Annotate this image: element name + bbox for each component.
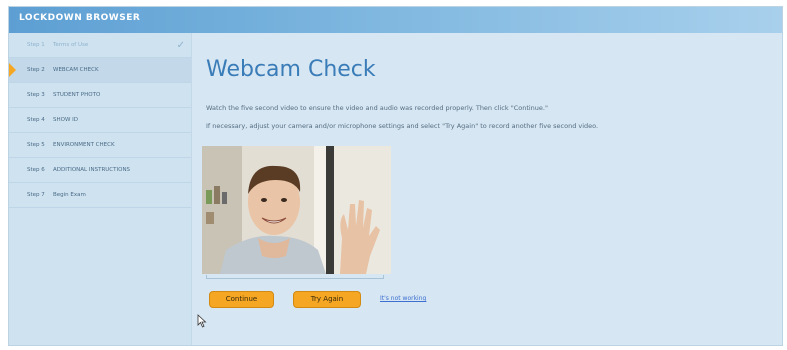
sidebar-step-7[interactable]: Step 7 Begin Exam: [9, 183, 191, 208]
step-label: SHOW ID: [53, 117, 78, 123]
step-label: ADDITIONAL INSTRUCTIONS: [53, 167, 131, 173]
try-again-button[interactable]: Try Again: [293, 291, 361, 308]
sidebar-step-2[interactable]: Step 2 WEBCAM CHECK: [9, 58, 191, 83]
webcam-video-frame: [202, 146, 391, 274]
video-progress-track: [206, 275, 384, 279]
main-panel: Webcam Check Watch the five second video…: [192, 33, 782, 345]
step-label: ENVIRONMENT CHECK: [53, 142, 115, 148]
sidebar-step-4[interactable]: Step 4 SHOW ID: [9, 108, 191, 133]
step-number: Step 5: [27, 142, 45, 148]
step-number: Step 2: [27, 67, 45, 73]
continue-button[interactable]: Continue: [209, 291, 274, 308]
step-number: Step 1: [27, 42, 45, 48]
window-title: LOCKDOWN BROWSER: [19, 13, 141, 23]
step-label: STUDENT PHOTO: [53, 92, 101, 98]
current-step-arrow-icon: [9, 63, 16, 77]
lockdown-browser-window: LOCKDOWN BROWSER Step 1 Terms of Use ✓ St…: [8, 6, 783, 346]
instruction-text-1: Watch the five second video to ensure th…: [206, 104, 548, 112]
steps-sidebar: Step 1 Terms of Use ✓ Step 2 WEBCAM CHECK …: [9, 33, 192, 345]
sidebar-step-3[interactable]: Step 3 STUDENT PHOTO: [9, 83, 191, 108]
check-icon: ✓: [176, 40, 185, 51]
step-label: Begin Exam: [53, 192, 86, 198]
webcam-video-player[interactable]: [202, 146, 391, 274]
step-number: Step 7: [27, 192, 45, 198]
step-number: Step 6: [27, 167, 45, 173]
instruction-text-2: If necessary, adjust your camera and/or …: [206, 122, 599, 130]
mouse-pointer-icon: [197, 314, 207, 328]
not-working-link[interactable]: It's not working: [380, 295, 426, 302]
sidebar-step-5[interactable]: Step 5 ENVIRONMENT CHECK: [9, 133, 191, 158]
sidebar-step-1[interactable]: Step 1 Terms of Use ✓: [9, 33, 191, 58]
step-label: Terms of Use: [53, 42, 89, 48]
title-bar: LOCKDOWN BROWSER: [9, 7, 782, 33]
sidebar-step-6[interactable]: Step 6 ADDITIONAL INSTRUCTIONS: [9, 158, 191, 183]
step-number: Step 4: [27, 117, 45, 123]
page-title: Webcam Check: [206, 57, 376, 82]
step-label: WEBCAM CHECK: [53, 67, 99, 73]
step-number: Step 3: [27, 92, 45, 98]
